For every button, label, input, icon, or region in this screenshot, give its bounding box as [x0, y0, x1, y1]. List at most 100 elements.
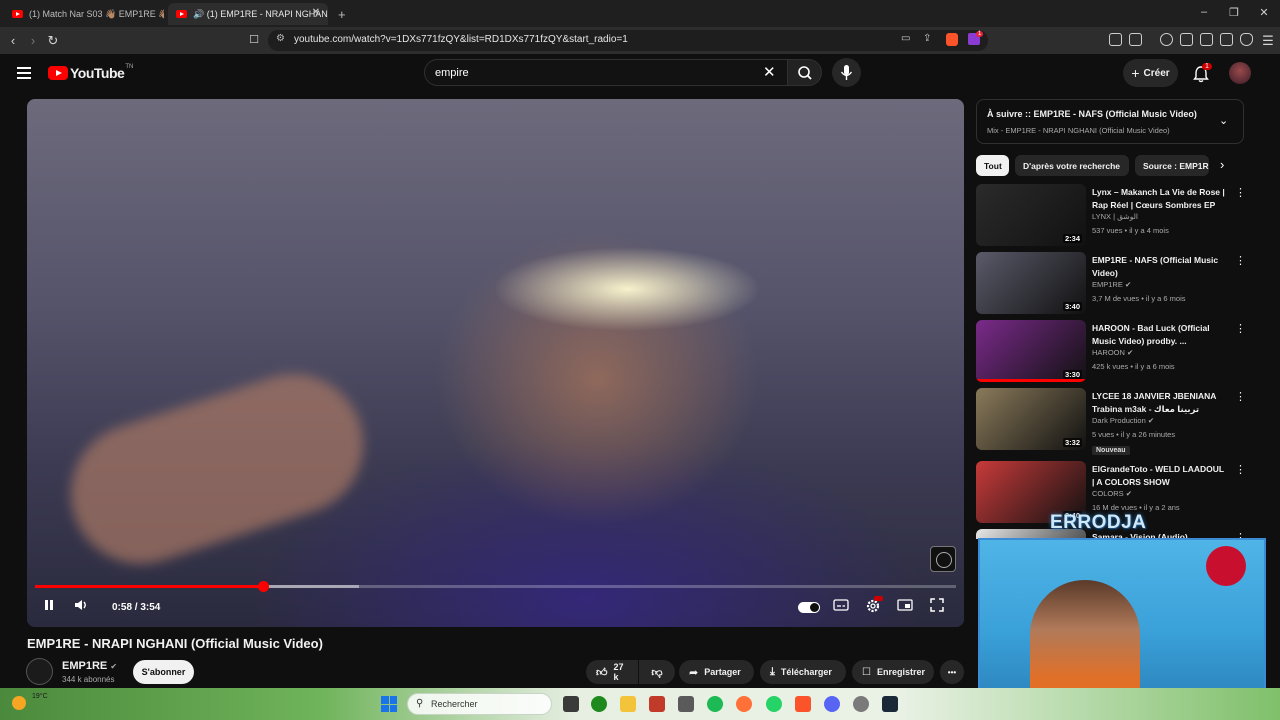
taskbar-search[interactable]: ⚲ Rechercher: [407, 693, 552, 715]
settings-button[interactable]: [865, 596, 883, 617]
save-button[interactable]: ☐ Enregistrer: [852, 660, 934, 684]
dislike-button[interactable]: 👎︎: [639, 660, 675, 684]
clear-search-icon[interactable]: ✕: [763, 63, 776, 81]
site-info-icon[interactable]: ⚙: [276, 33, 285, 44]
reading-list-icon[interactable]: [1180, 33, 1193, 46]
whatsapp-icon[interactable]: [766, 696, 782, 712]
close-tab-icon[interactable]: ✕: [312, 7, 320, 18]
forward-icon[interactable]: ›: [25, 33, 41, 48]
extensions-icon[interactable]: [1109, 33, 1122, 46]
create-button[interactable]: + Créer: [1123, 59, 1178, 87]
more-options-icon[interactable]: ⋮: [1235, 254, 1246, 267]
search-button[interactable]: [787, 59, 822, 86]
chip-recherche[interactable]: D'après votre recherche: [1015, 155, 1129, 176]
download-label: Télécharger: [780, 667, 832, 677]
progress-bar[interactable]: [35, 581, 956, 592]
xbox-icon[interactable]: [591, 696, 607, 712]
bookmark-icon[interactable]: ☐: [246, 33, 262, 46]
subtitles-button[interactable]: [833, 598, 849, 615]
thumbs-down-icon: 👎︎: [651, 666, 663, 679]
channel-text: EMP1RE: [1092, 280, 1123, 289]
discord-icon[interactable]: [824, 696, 840, 712]
video-player[interactable]: 0:58 / 3:54: [27, 99, 964, 627]
rewards-badge: 1: [976, 31, 984, 37]
reload-icon[interactable]: ↻: [45, 33, 61, 49]
wallet-icon[interactable]: [1200, 33, 1213, 46]
pause-button[interactable]: [42, 598, 56, 615]
restore-button[interactable]: ❐: [1226, 6, 1242, 19]
recommendation-item[interactable]: 3:30 HAROON - Bad Luck (Official Music Vi…: [976, 320, 1246, 384]
steam-icon[interactable]: [882, 696, 898, 712]
brave-shield-icon[interactable]: [946, 33, 958, 46]
spotify-icon[interactable]: [707, 696, 723, 712]
share-button[interactable]: ➦ Partager: [679, 660, 754, 684]
verified-icon: ✔: [1125, 489, 1133, 498]
watched-progress: [976, 379, 1086, 382]
autoplay-toggle[interactable]: [798, 602, 820, 613]
recommendation-channel: COLORS ✔: [1092, 489, 1132, 498]
file-explorer-icon[interactable]: [620, 696, 636, 712]
chip-tout[interactable]: Tout: [976, 155, 1009, 176]
brave-icon[interactable]: [795, 696, 811, 712]
more-options-icon[interactable]: ⋮: [1235, 322, 1246, 335]
voice-search-button[interactable]: [832, 58, 861, 87]
volume-button[interactable]: [74, 598, 90, 615]
page-scrollbar[interactable]: [1268, 54, 1280, 688]
miniplayer-button[interactable]: [897, 598, 913, 615]
download-button[interactable]: ⤓ Télécharger: [760, 660, 846, 684]
more-options-icon[interactable]: ⋮: [1235, 390, 1246, 403]
video-thumbnail[interactable]: 2:34: [976, 184, 1086, 246]
tab-nrapi-nghani[interactable]: 🔊 (1) EMP1RE - NRAPI NGHANI ✕: [168, 3, 328, 25]
firefox-icon[interactable]: [736, 696, 752, 712]
windows-start-icon[interactable]: [381, 696, 397, 712]
video-thumbnail[interactable]: 3:30: [976, 320, 1086, 382]
taskbar-search-placeholder: Rechercher: [431, 699, 478, 709]
recommendation-meta: 16 M de vues • il y a 2 ans: [1092, 503, 1180, 512]
account-avatar[interactable]: [1229, 62, 1251, 84]
tab-match-nar[interactable]: (1) Match Nar S03 👋🏽 EMP1RE 👋🏽 -: [4, 3, 164, 25]
search-input[interactable]: empire ✕: [424, 59, 788, 86]
close-window-button[interactable]: ✕: [1256, 6, 1272, 19]
chip-source[interactable]: Source : EMP1RE: [1135, 155, 1209, 176]
url-field[interactable]: ⚙ youtube.com/watch?v=1DXs771fzQY&list=R…: [268, 30, 988, 51]
back-icon[interactable]: ‹: [5, 33, 21, 48]
more-actions-button[interactable]: •••: [940, 660, 964, 684]
channel-name[interactable]: EMP1RE ✔: [62, 660, 117, 672]
media-icon[interactable]: [1160, 33, 1173, 46]
app-red-icon[interactable]: [649, 696, 665, 712]
new-tab-button[interactable]: +: [334, 3, 354, 25]
fullscreen-button[interactable]: [930, 598, 944, 615]
cast-icon[interactable]: ▭: [901, 33, 910, 44]
leo-ai-icon[interactable]: [1220, 33, 1233, 46]
vpn-shield-icon[interactable]: [1240, 33, 1253, 46]
more-options-icon[interactable]: ⋮: [1235, 463, 1246, 476]
recommendation-meta: 3,7 M de vues • il y a 6 mois: [1092, 294, 1186, 303]
up-next-panel[interactable]: À suivre :: EMP1RE - NAFS (Official Musi…: [976, 99, 1244, 144]
chevron-right-icon[interactable]: ›: [1220, 157, 1224, 172]
video-thumbnail[interactable]: 3:32: [976, 388, 1086, 450]
recommendation-item[interactable]: 2:34 Lynx – Makanch La Vie de Rose | Rap …: [976, 184, 1246, 248]
youtube-logo[interactable]: YouTube TN: [48, 64, 133, 81]
task-view-icon[interactable]: [563, 696, 579, 712]
share-icon[interactable]: ⇪: [923, 33, 931, 44]
guide-menu-icon[interactable]: [17, 67, 31, 79]
sidebar-panel-icon[interactable]: [1129, 33, 1142, 46]
store-icon[interactable]: [678, 696, 694, 712]
weather-icon[interactable]: [12, 696, 26, 710]
recommendation-item[interactable]: 3:32 LYCEE 18 JANVIER JBENIANA Trabina m3…: [976, 388, 1246, 455]
chevron-down-icon[interactable]: ⌄: [1219, 114, 1228, 127]
duration-badge: 3:32: [1062, 438, 1082, 447]
minimize-button[interactable]: –: [1196, 6, 1212, 18]
recommendation-item[interactable]: 3:40 EMP1RE - NAFS (Official Music Video)…: [976, 252, 1246, 316]
app-grey-icon[interactable]: [853, 696, 869, 712]
video-thumbnail[interactable]: 3:40: [976, 252, 1086, 314]
more-options-icon[interactable]: ⋮: [1235, 186, 1246, 199]
channel-avatar[interactable]: [26, 658, 53, 685]
share-label: Partager: [704, 667, 741, 677]
browser-menu-icon[interactable]: ☰: [1260, 33, 1276, 49]
duration-badge: 2:34: [1062, 234, 1082, 243]
subscribe-button[interactable]: S'abonner: [133, 660, 194, 684]
like-button[interactable]: 👍︎ 27 k: [586, 660, 638, 684]
channel-watermark[interactable]: [930, 546, 956, 572]
search-icon: [798, 66, 812, 80]
